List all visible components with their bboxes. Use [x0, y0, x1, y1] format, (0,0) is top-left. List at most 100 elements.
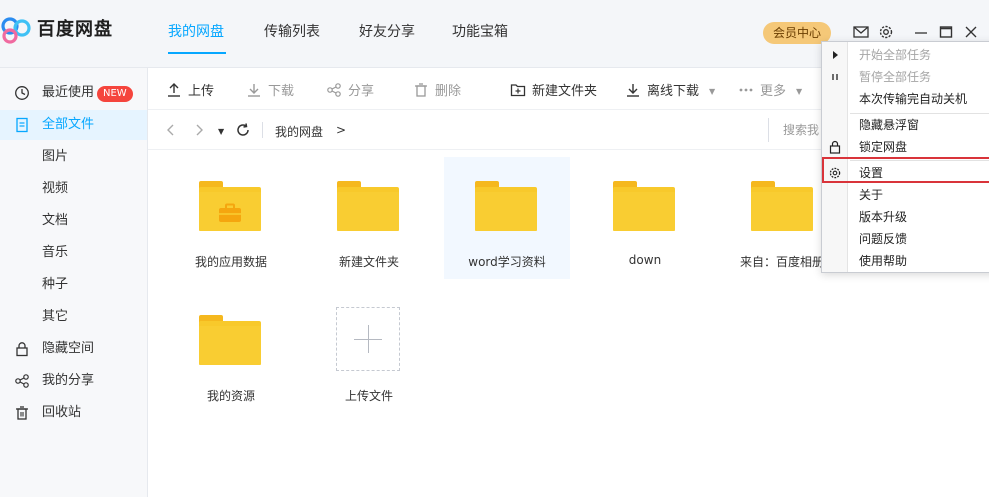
menu-item-label: 开始全部任务	[859, 48, 932, 62]
close-icon[interactable]	[962, 23, 980, 41]
chevron-left-icon	[167, 124, 174, 136]
menu-item-auto-shutdown[interactable]: 本次传输完自动关机	[822, 88, 989, 110]
folder-item[interactable]: word学习资料	[444, 157, 570, 279]
trash-icon	[16, 406, 28, 420]
share-icon	[15, 374, 29, 388]
back-button[interactable]	[164, 122, 176, 142]
menu-item-label: 使用帮助	[859, 254, 908, 268]
new-folder-label: 新建文件夹	[532, 84, 598, 99]
sidebar-item-videos[interactable]: 视频	[0, 174, 147, 204]
gear-icon[interactable]	[877, 23, 895, 41]
sidebar-item-others[interactable]: 其它	[0, 302, 147, 332]
sidebar-item-label: 文档	[42, 213, 69, 228]
sidebar-item-images[interactable]: 图片	[0, 142, 147, 172]
menu-item-upgrade[interactable]: 版本升级	[822, 206, 989, 228]
minimize-icon[interactable]	[912, 23, 930, 41]
share-button[interactable]: 分享	[326, 82, 374, 100]
pause-icon	[832, 74, 838, 80]
tray-context-menu: 开始全部任务 暂停全部任务 本次传输完自动关机 隐藏悬浮窗 锁定网盘 设置 关于…	[821, 41, 989, 273]
sidebar-item-label: 种子	[42, 277, 69, 292]
menu-item-help[interactable]: 使用帮助	[822, 250, 989, 272]
sidebar-item-documents[interactable]: 文档	[0, 206, 147, 236]
sidebar-item-hidden-space[interactable]: 隐藏空间	[0, 334, 147, 364]
menu-item-pause-all[interactable]: 暂停全部任务	[822, 66, 989, 88]
breadcrumb-separator: >	[336, 123, 347, 137]
menu-item-feedback[interactable]: 问题反馈	[822, 228, 989, 250]
upload-button[interactable]: 上传	[166, 82, 214, 100]
tab-toolbox[interactable]: 功能宝箱	[452, 23, 508, 41]
tab-transfer-list[interactable]: 传输列表	[264, 23, 320, 41]
active-tab-indicator	[168, 52, 226, 54]
chevron-down-icon: ▼	[796, 87, 803, 96]
upload-file-tile[interactable]: 上传文件	[306, 291, 432, 413]
menu-item-label: 版本升级	[859, 210, 908, 224]
file-name: 上传文件	[344, 389, 393, 403]
sidebar-item-recycle-bin[interactable]: 回收站	[0, 398, 147, 428]
upload-icon	[168, 83, 180, 97]
offline-download-button[interactable]: 离线下载 ▼	[625, 82, 715, 100]
menu-item-start-all[interactable]: 开始全部任务	[822, 44, 989, 66]
baidu-netdisk-logo-icon	[1, 17, 31, 44]
mail-icon[interactable]	[852, 23, 870, 41]
sidebar-item-all-files[interactable]: 全部文件	[0, 110, 147, 140]
download-icon	[627, 84, 639, 97]
refresh-button[interactable]	[235, 122, 251, 142]
share-label: 分享	[348, 84, 375, 99]
tab-my-disk[interactable]: 我的网盘	[168, 23, 224, 41]
menu-item-lock-disk[interactable]: 锁定网盘	[822, 136, 989, 158]
settings-highlight-box	[822, 157, 989, 183]
breadcrumb-root[interactable]: 我的网盘	[275, 123, 323, 140]
delete-button[interactable]: 删除	[413, 82, 461, 100]
menu-item-label: 锁定网盘	[859, 140, 908, 154]
folder-item[interactable]: 我的应用数据	[168, 157, 294, 279]
folder-item[interactable]: 来自：百度相册	[720, 157, 821, 279]
menu-item-hide-float-window[interactable]: 隐藏悬浮窗	[822, 114, 989, 136]
download-label: 下载	[268, 84, 295, 99]
sidebar-item-my-shares[interactable]: 我的分享	[0, 366, 147, 396]
sidebar-item-label: 音乐	[42, 245, 69, 260]
sidebar-item-music[interactable]: 音乐	[0, 238, 147, 268]
menu-item-about[interactable]: 关于	[822, 184, 989, 206]
folder-item[interactable]: 我的资源	[168, 291, 294, 413]
sidebar-item-label: 隐藏空间	[42, 341, 95, 356]
folder-icon	[475, 181, 537, 231]
sidebar-item-recent[interactable]: 最近使用 NEW	[0, 78, 147, 108]
upload-label: 上传	[188, 84, 215, 99]
sidebar-item-label: 图片	[42, 149, 69, 164]
folder-item[interactable]: down	[582, 157, 708, 279]
download-button[interactable]: 下载	[246, 82, 294, 100]
folder-icon	[199, 315, 261, 365]
menu-item-label: 问题反馈	[859, 232, 908, 246]
divider	[262, 122, 263, 138]
folder-item[interactable]: 新建文件夹	[306, 157, 432, 279]
lock-icon	[16, 342, 28, 357]
file-name: 我的资源	[206, 389, 255, 403]
refresh-icon	[237, 123, 249, 136]
tab-friend-share[interactable]: 好友分享	[359, 23, 415, 41]
history-dropdown[interactable]: ▼	[218, 124, 224, 140]
app-brand: 百度网盘	[37, 19, 113, 40]
menu-item-label: 暂停全部任务	[859, 70, 932, 84]
file-name: 新建文件夹	[338, 255, 399, 269]
document-icon	[16, 117, 28, 133]
search-input[interactable]: 搜索我	[768, 118, 828, 142]
sidebar: 最近使用 NEW 全部文件 图片 视频 文档 音乐 种子 其它 隐藏空间 我的分…	[0, 68, 148, 497]
menu-item-label: 隐藏悬浮窗	[859, 118, 920, 132]
plus-icon	[336, 307, 400, 371]
sidebar-item-label: 最近使用	[42, 85, 95, 100]
maximize-icon[interactable]	[937, 23, 955, 41]
forward-button[interactable]	[194, 122, 206, 142]
sidebar-item-label: 回收站	[42, 405, 82, 420]
delete-label: 删除	[435, 84, 462, 99]
more-button[interactable]: 更多 ▼	[738, 82, 802, 100]
sidebar-item-torrents[interactable]: 种子	[0, 270, 147, 300]
file-name: word学习资料	[468, 255, 546, 269]
file-name: 来自：百度相册	[740, 255, 821, 269]
new-folder-icon	[510, 84, 526, 97]
app-data-folder-icon	[199, 181, 261, 231]
folder-icon	[751, 181, 813, 231]
new-folder-button[interactable]: 新建文件夹	[510, 82, 597, 100]
file-name: 我的应用数据	[194, 255, 267, 269]
chevron-down-icon: ▼	[218, 127, 225, 136]
folder-icon	[337, 181, 399, 231]
